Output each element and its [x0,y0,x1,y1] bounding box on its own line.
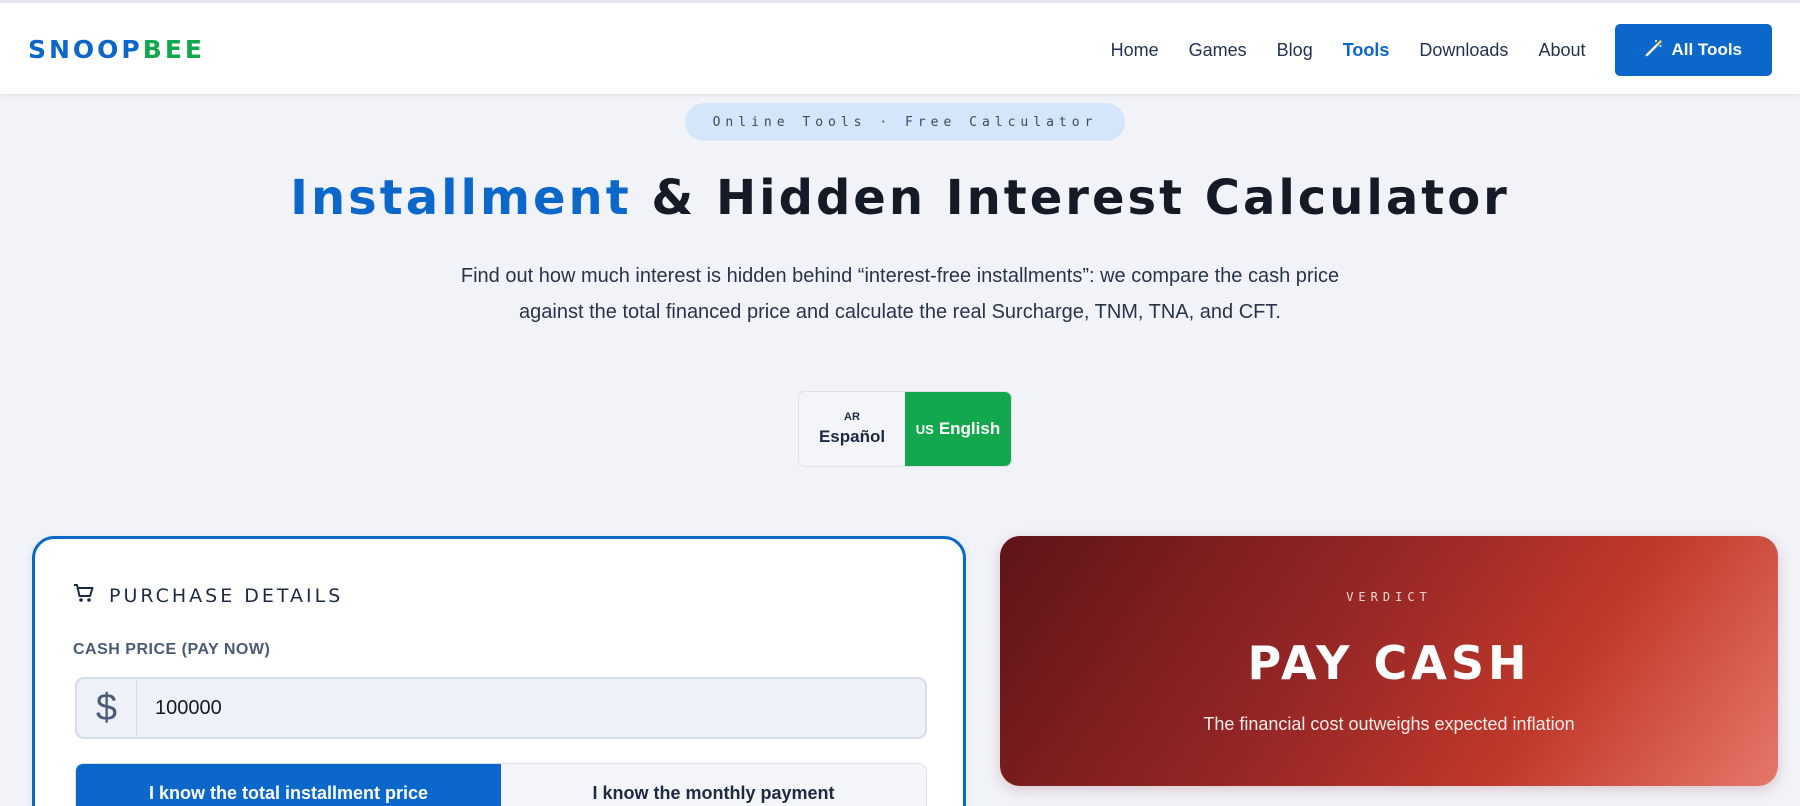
nav-tools[interactable]: Tools [1343,40,1390,61]
section-title: PURCHASE DETAILS [73,583,343,608]
page-title: Installment & Hidden Interest Calculator [0,170,1800,226]
cash-price-field: $ [75,677,927,739]
nav-games[interactable]: Games [1189,40,1247,61]
all-tools-label: All Tools [1671,40,1742,59]
language-option-en[interactable]: US English [905,392,1011,466]
nav-home[interactable]: Home [1111,40,1159,61]
mode-monthly-payment-button[interactable]: I know the monthly payment [501,764,926,806]
top-navbar: SNOOPBEE Home Games Blog Tools Downloads… [0,0,1800,94]
cash-price-label: CASH PRICE (PAY NOW) [73,641,271,658]
nav-downloads[interactable]: Downloads [1419,40,1508,61]
language-label-es: Español [818,427,886,446]
language-switcher: AR Español US English [798,391,1012,467]
logo-text-snoop: SNOOP [28,35,143,64]
logo-text-bee: BEE [142,35,205,64]
language-label-en: English [938,419,1001,438]
nav-blog[interactable]: Blog [1277,40,1313,61]
language-option-es[interactable]: AR Español [799,392,905,466]
magic-wand-icon [1645,39,1663,62]
verdict-label: VERDICT [1346,590,1432,604]
verdict-card: VERDICT PAY CASH The financial cost outw… [1000,536,1778,786]
section-title-text: PURCHASE DETAILS [109,584,344,607]
cash-price-input[interactable] [137,679,925,737]
main-nav: Home Games Blog Tools Downloads About Al… [1081,21,1772,79]
currency-symbol: $ [77,679,137,737]
nav-about[interactable]: About [1538,40,1585,61]
flag-us-code: US [915,421,934,437]
page-subtitle: Find out how much interest is hidden beh… [460,265,1340,323]
title-highlight: Installment [290,170,632,226]
category-pill: Online Tools · Free Calculator [685,103,1125,141]
all-tools-button[interactable]: All Tools [1615,24,1772,76]
mode-total-price-button[interactable]: I know the total installment price [76,764,501,806]
verdict-result: PAY CASH [1247,636,1531,690]
purchase-details-card: PURCHASE DETAILS CASH PRICE (PAY NOW) $ … [32,536,966,806]
mode-toggle: I know the total installment price I kno… [75,763,927,806]
flag-ar-code: AR [844,411,860,423]
shopping-cart-icon [73,583,95,608]
site-logo[interactable]: SNOOPBEE [28,35,205,64]
verdict-reason: The financial cost outweighs expected in… [1203,714,1575,734]
title-rest: & Hidden Interest Calculator [631,170,1510,226]
